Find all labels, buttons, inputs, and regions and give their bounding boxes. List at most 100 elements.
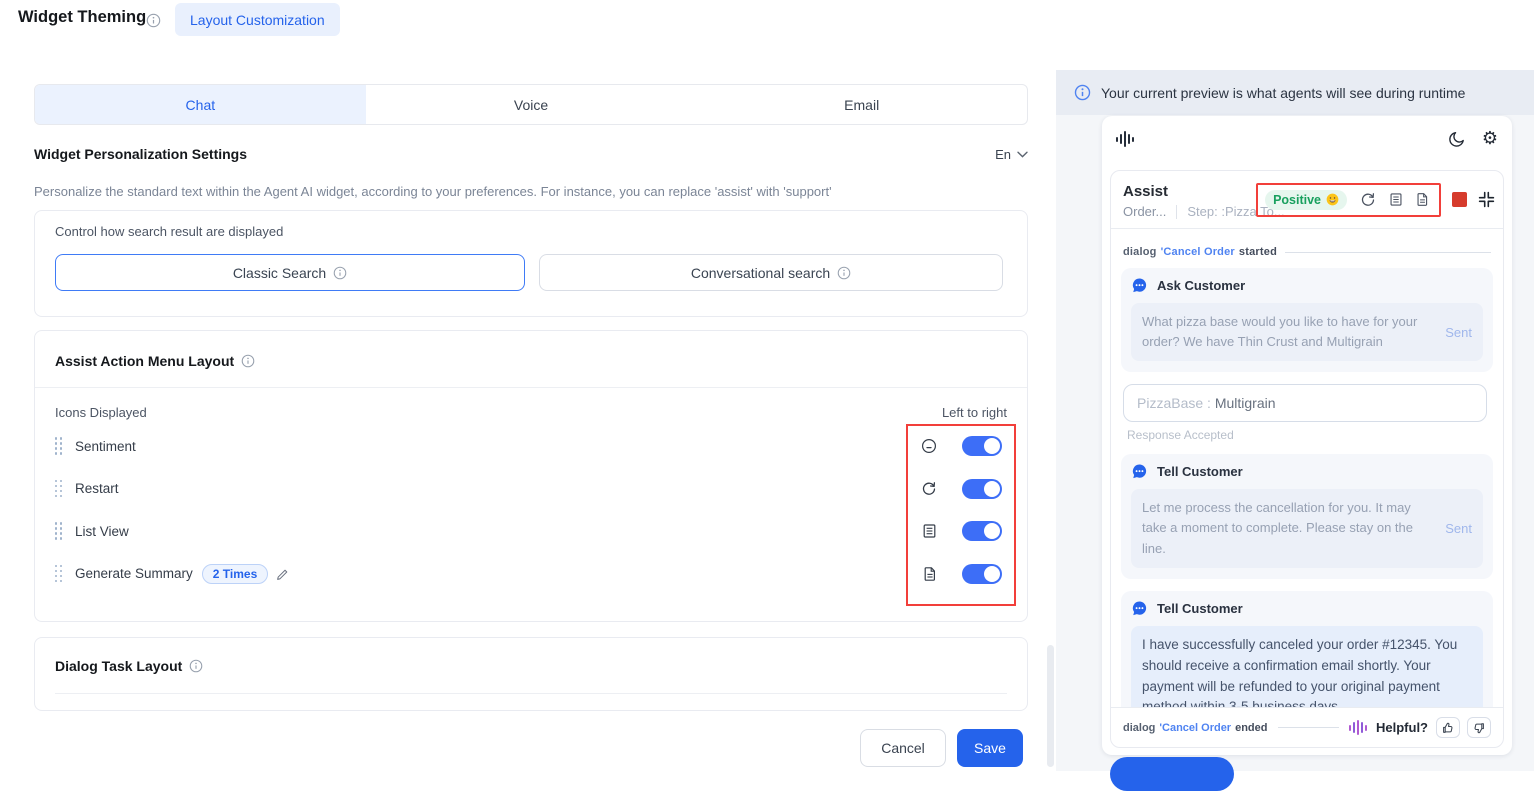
chat-bubble-icon bbox=[1131, 277, 1148, 294]
message-text: What pizza base would you like to have f… bbox=[1142, 314, 1418, 350]
menu-row-list-view: List View bbox=[35, 510, 1027, 553]
banner-text: Your current preview is what agents will… bbox=[1101, 84, 1466, 101]
highlight-rectangle: Positive bbox=[1256, 182, 1441, 217]
message-title: Ask Customer bbox=[1157, 278, 1246, 293]
assist-action-menu-card: Assist Action Menu Layout Icons Displaye… bbox=[34, 330, 1028, 622]
menu-row-restart: Restart bbox=[35, 468, 1027, 511]
message-title: Tell Customer bbox=[1157, 600, 1243, 616]
dialog-prefix: dialog bbox=[1123, 246, 1157, 258]
thumbs-down-button[interactable] bbox=[1467, 717, 1491, 738]
row-label: Generate Summary bbox=[75, 566, 193, 582]
order-context[interactable]: Order... bbox=[1123, 204, 1166, 219]
dialog-name[interactable]: 'Cancel Order bbox=[1159, 722, 1231, 734]
drag-handle-icon[interactable] bbox=[55, 479, 63, 498]
edit-pencil-icon[interactable] bbox=[276, 567, 290, 581]
classic-search-option[interactable]: Classic Search bbox=[55, 254, 525, 291]
dialog-name[interactable]: 'Cancel Order bbox=[1161, 246, 1235, 258]
message-bubble: What pizza base would you like to have f… bbox=[1131, 303, 1483, 362]
generate-summary-toggle[interactable] bbox=[962, 563, 1002, 584]
dialog-task-layout-card: Dialog Task Layout bbox=[12, 637, 1028, 711]
drag-handle-icon[interactable] bbox=[55, 564, 63, 583]
left-to-right-label: Left to right bbox=[941, 405, 1007, 420]
message-bubble: Let me process the cancellation for you.… bbox=[1131, 489, 1483, 568]
language-value: En bbox=[995, 146, 1011, 162]
language-selector[interactable]: En bbox=[995, 147, 1028, 162]
summary-file-icon[interactable] bbox=[1416, 192, 1429, 207]
personalization-heading: Widget Personalization Settings bbox=[34, 146, 248, 162]
info-icon[interactable] bbox=[837, 266, 851, 280]
message-card: Tell Customer I have successfully cancel… bbox=[1121, 590, 1493, 707]
sent-status: Sent bbox=[1445, 324, 1472, 340]
response-status: Response Accepted bbox=[1127, 428, 1234, 443]
conversational-search-label: Conversational search bbox=[690, 264, 831, 281]
input-label: PizzaBase : bbox=[1137, 395, 1211, 412]
message-text: Let me process the cancellation for you.… bbox=[1142, 500, 1413, 556]
info-icon[interactable] bbox=[333, 266, 347, 280]
conversational-search-option[interactable]: Conversational search bbox=[539, 254, 1003, 291]
message-card: Tell Customer Let me process the cancell… bbox=[1121, 454, 1493, 579]
row-label: Restart bbox=[75, 481, 119, 497]
chevron-down-icon bbox=[1017, 151, 1028, 158]
waveform-icon bbox=[1349, 720, 1367, 735]
save-button[interactable]: Save bbox=[957, 729, 1023, 767]
widget-header: ⚙ bbox=[1102, 116, 1512, 162]
assist-widget: Assist Order... Step: :Pizza To... Posit… bbox=[1110, 170, 1504, 748]
message-bubble: I have successfully canceled your order … bbox=[1131, 625, 1483, 707]
pizza-base-input[interactable]: PizzaBase : Multigrain bbox=[1123, 384, 1487, 423]
collapse-icon[interactable] bbox=[1478, 191, 1495, 208]
message-title: Tell Customer bbox=[1157, 464, 1243, 480]
cancel-button[interactable]: Cancel bbox=[860, 729, 946, 767]
restart-icon[interactable] bbox=[1360, 192, 1376, 208]
thumbs-up-button[interactable] bbox=[1436, 717, 1460, 738]
assist-action-menu-heading: Assist Action Menu Layout bbox=[55, 353, 235, 369]
sentiment-badge: Positive bbox=[1265, 189, 1347, 210]
divider bbox=[1285, 251, 1491, 253]
restart-toggle[interactable] bbox=[962, 478, 1002, 499]
classic-search-label: Classic Search bbox=[232, 264, 327, 281]
message-card: Ask Customer What pizza base would you l… bbox=[1121, 268, 1493, 373]
row-label: Sentiment bbox=[75, 438, 136, 454]
sentiment-face-icon bbox=[921, 438, 937, 454]
tab-email[interactable]: Email bbox=[696, 85, 1027, 124]
widget-bottom-button[interactable] bbox=[1110, 757, 1234, 791]
sent-status: Sent bbox=[1445, 520, 1472, 536]
waveform-icon bbox=[1116, 131, 1134, 147]
search-display-label: Control how search result are displayed bbox=[55, 224, 284, 239]
dialog-task-heading: Dialog Task Layout bbox=[55, 658, 183, 674]
tab-voice[interactable]: Voice bbox=[366, 85, 697, 124]
divider bbox=[1176, 204, 1178, 219]
dialog-status: ended bbox=[1235, 721, 1268, 734]
list-view-toggle[interactable] bbox=[962, 521, 1002, 542]
stop-button[interactable] bbox=[1452, 192, 1467, 207]
sentiment-label: Positive bbox=[1273, 192, 1321, 207]
input-value: Multigrain bbox=[1214, 395, 1276, 412]
restart-icon bbox=[921, 481, 937, 497]
assist-header: Assist Order... Step: :Pizza To... Posit… bbox=[1111, 171, 1503, 228]
channel-tabbar: Chat Voice Email bbox=[34, 84, 1028, 125]
helpful-label: Helpful? bbox=[1376, 720, 1428, 735]
dialog-started-row: dialog 'Cancel Order started bbox=[1123, 246, 1491, 258]
tab-chat[interactable]: Chat bbox=[35, 85, 366, 124]
response-input-wrap: PizzaBase : Multigrain Response Accepted bbox=[1123, 384, 1487, 454]
scrollbar-thumb[interactable] bbox=[1047, 645, 1054, 767]
personalization-description: Personalize the standard text within the… bbox=[34, 184, 832, 199]
drag-handle-icon[interactable] bbox=[55, 522, 63, 540]
list-view-icon[interactable] bbox=[1389, 192, 1403, 207]
divider bbox=[35, 387, 1027, 388]
moon-icon[interactable] bbox=[1447, 130, 1466, 149]
info-icon[interactable] bbox=[146, 13, 161, 28]
menu-row-sentiment: Sentiment bbox=[35, 425, 1027, 468]
layout-customization-tab[interactable]: Layout Customization bbox=[175, 3, 340, 36]
search-display-card: Control how search result are displayed … bbox=[34, 210, 1028, 317]
divider bbox=[55, 693, 1007, 694]
list-view-icon bbox=[922, 523, 937, 539]
sentiment-toggle[interactable] bbox=[962, 436, 1002, 457]
gear-icon[interactable]: ⚙ bbox=[1482, 130, 1498, 148]
message-text: I have successfully canceled your order … bbox=[1142, 636, 1458, 707]
summary-count-badge: 2 Times bbox=[201, 563, 269, 584]
chat-bubble-icon bbox=[1131, 600, 1148, 617]
info-icon[interactable] bbox=[241, 354, 255, 368]
info-icon[interactable] bbox=[189, 659, 203, 673]
drag-handle-icon[interactable] bbox=[55, 437, 63, 455]
smiley-emoji-icon bbox=[1326, 193, 1339, 206]
